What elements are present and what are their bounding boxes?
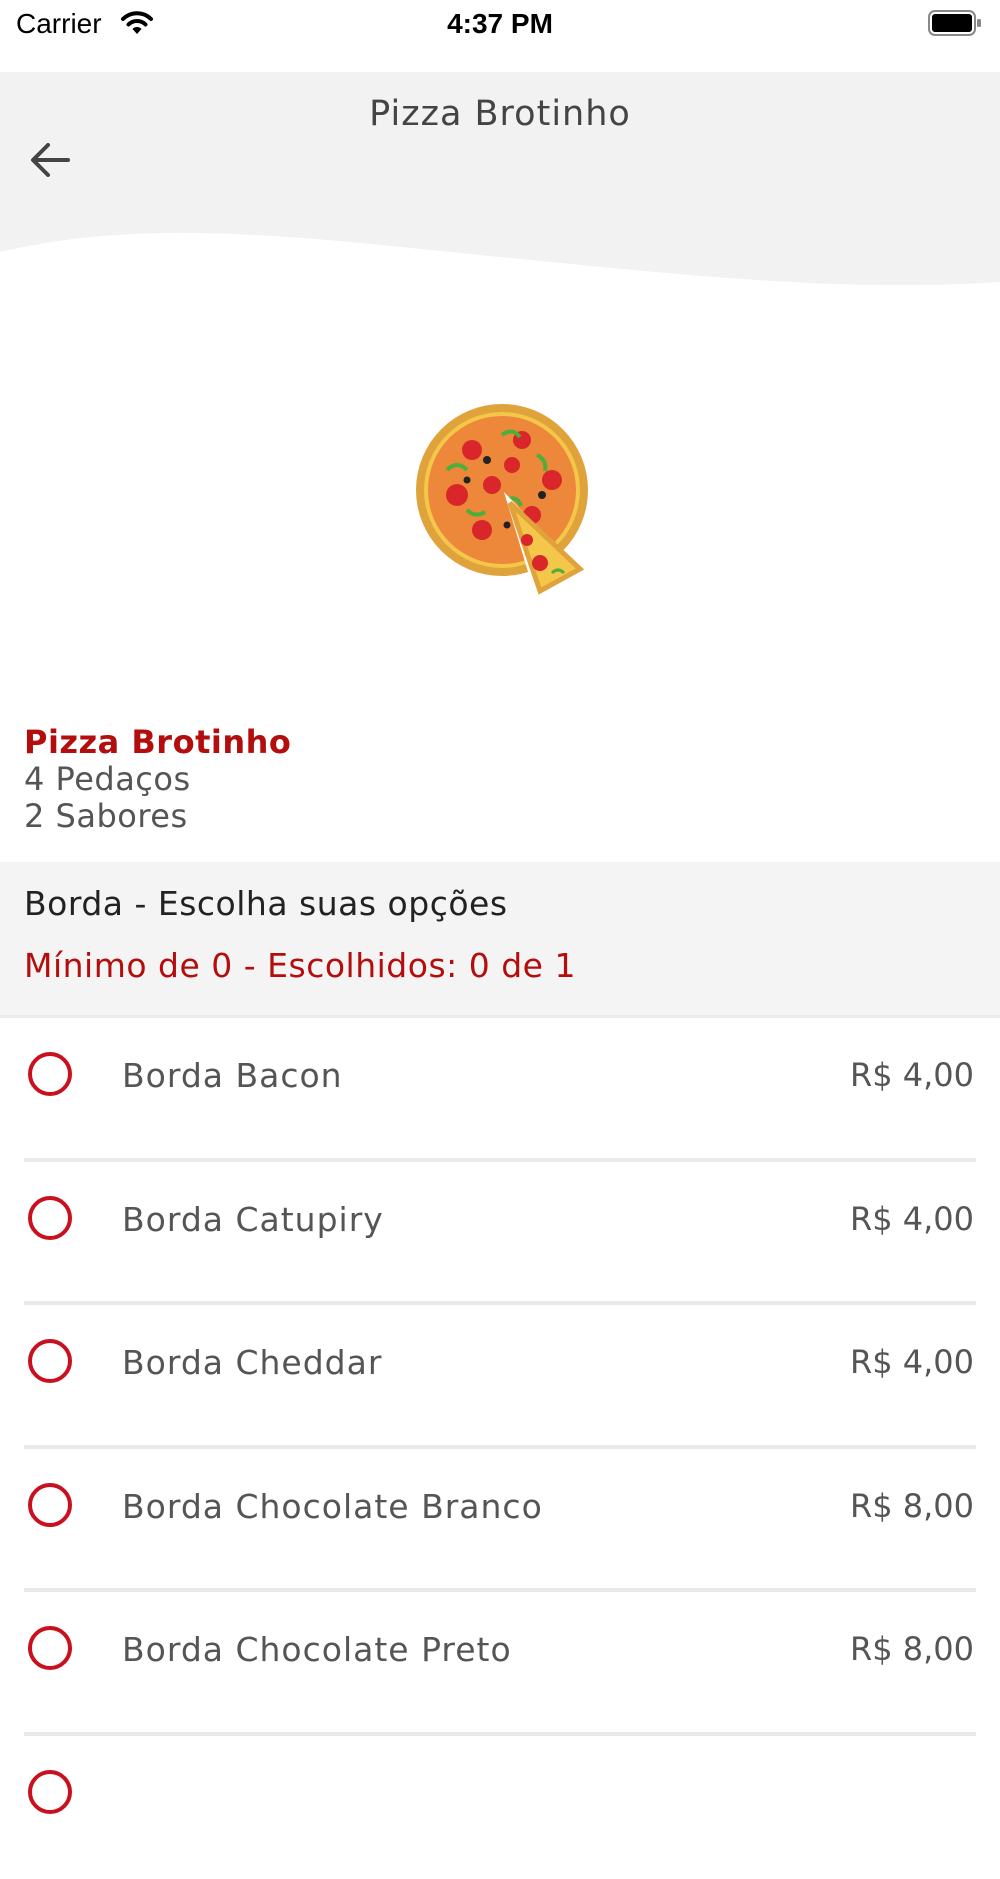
radio-unchecked-icon[interactable] (28, 1196, 72, 1240)
radio-unchecked-icon[interactable] (28, 1483, 72, 1527)
option-price: R$ 4,00 (850, 1343, 974, 1381)
option-price: R$ 4,00 (850, 1056, 974, 1094)
product-flavors: 2 Sabores (24, 798, 291, 835)
option-label: Borda Chocolate Branco (122, 1487, 543, 1526)
product-name: Pizza Brotinho (24, 723, 291, 761)
option-group-header: Borda - Escolha suas opções Mínimo de 0 … (0, 862, 1000, 1018)
radio-unchecked-icon[interactable] (28, 1626, 72, 1670)
option-item-borda-catupiry[interactable]: Borda Catupiry R$ 4,00 (0, 1162, 1000, 1306)
option-price: R$ 4,00 (850, 1200, 974, 1238)
option-group-rule: Mínimo de 0 - Escolhidos: 0 de 1 (24, 946, 576, 985)
product-pieces: 4 Pedaços (24, 761, 291, 798)
option-item-borda-cheddar[interactable]: Borda Cheddar R$ 4,00 (0, 1305, 1000, 1449)
option-item-borda-bacon[interactable]: Borda Bacon R$ 4,00 (0, 1018, 1000, 1162)
option-price: R$ 8,00 (850, 1487, 974, 1525)
header-wave-decoration (0, 222, 1000, 312)
status-bar: Carrier 4:37 PM (0, 0, 1000, 72)
app-header: Pizza Brotinho (0, 72, 1000, 312)
option-list: Borda Bacon R$ 4,00 Borda Catupiry R$ 4,… (0, 1018, 1000, 1879)
option-label: Borda Chocolate Preto (122, 1630, 512, 1669)
radio-unchecked-icon[interactable] (28, 1052, 72, 1096)
page-title: Pizza Brotinho (0, 94, 1000, 134)
option-label: Borda Catupiry (122, 1200, 384, 1239)
clock: 4:37 PM (0, 8, 1000, 40)
option-item-borda-chocolate-preto[interactable]: Borda Chocolate Preto R$ 8,00 (0, 1592, 1000, 1736)
back-button[interactable] (20, 130, 80, 190)
option-item-borda-chocolate-branco[interactable]: Borda Chocolate Branco R$ 8,00 (0, 1449, 1000, 1593)
option-group-title: Borda - Escolha suas opções (24, 884, 508, 923)
option-price: R$ 8,00 (850, 1630, 974, 1668)
battery-icon (928, 10, 982, 36)
arrow-left-icon (28, 140, 72, 180)
radio-unchecked-icon[interactable] (28, 1770, 72, 1814)
product-info: Pizza Brotinho 4 Pedaços 2 Sabores (24, 723, 291, 835)
option-label: Borda Bacon (122, 1056, 343, 1095)
pizza-image (412, 395, 592, 595)
radio-unchecked-icon[interactable] (28, 1339, 72, 1383)
option-item-partial[interactable] (0, 1736, 1000, 1879)
option-label: Borda Cheddar (122, 1343, 382, 1382)
